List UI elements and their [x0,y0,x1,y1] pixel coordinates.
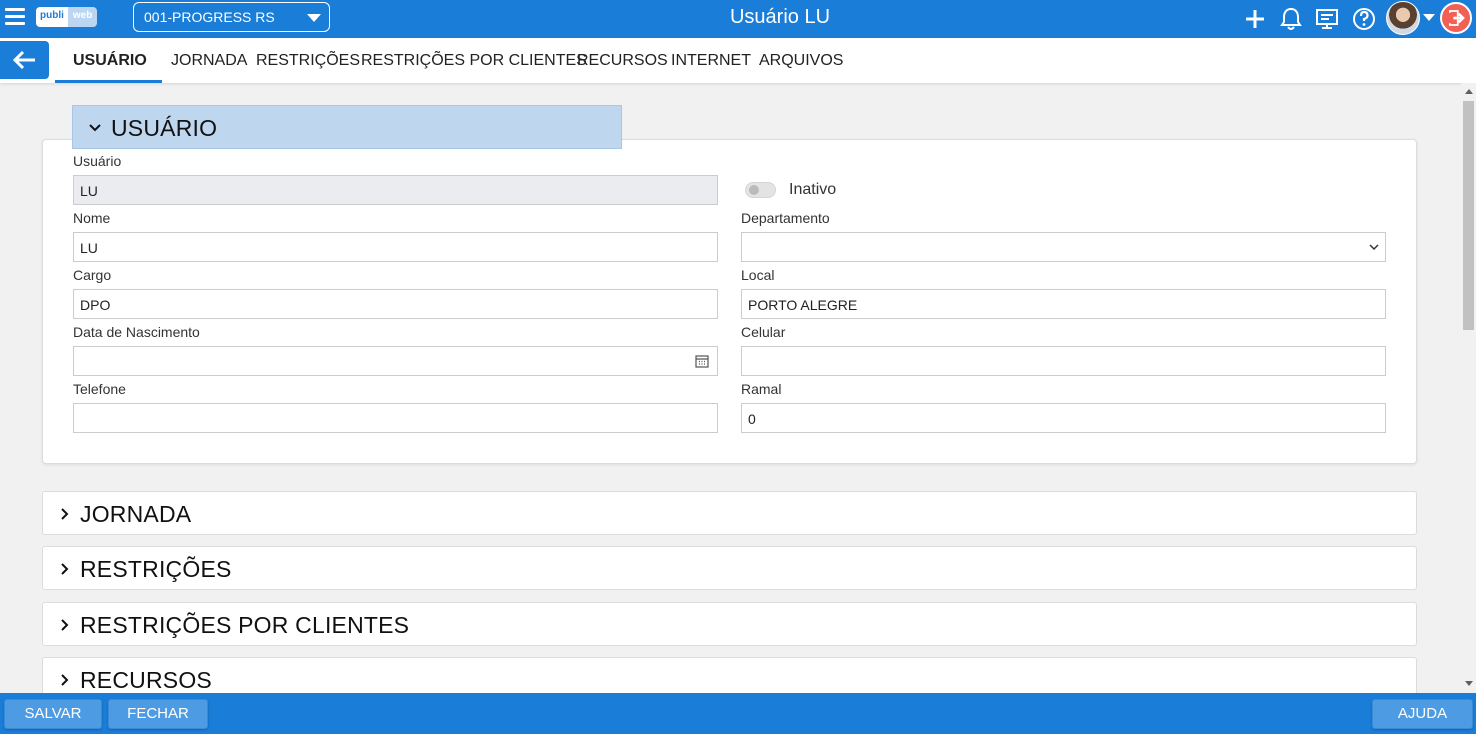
tab-bar: USUÁRIO JORNADA RESTRIÇÕES RESTRIÇÕES PO… [0,38,1476,83]
bell-icon[interactable] [1278,6,1304,32]
tab-internet[interactable]: INTERNET [671,52,751,70]
usuario-input: LU [73,175,718,205]
scroll-thumb[interactable] [1463,101,1474,330]
chevron-right-icon [61,674,69,686]
calendar-icon[interactable] [695,354,709,368]
data-nascimento-input[interactable] [73,346,718,376]
chevron-right-icon [61,563,69,575]
scroll-up-icon[interactable] [1465,89,1473,94]
scroll-down-icon[interactable] [1465,681,1473,686]
chevron-down-icon[interactable] [1423,14,1435,21]
section-title: RECURSOS [80,667,212,693]
logo: publi web [36,7,98,27]
label-local: Local [741,267,775,283]
company-select[interactable]: 001-PROGRESS RS [133,2,330,32]
telefone-input[interactable] [73,403,718,433]
inativo-toggle[interactable] [745,182,776,198]
active-tab-indicator [55,80,162,83]
section-title: RESTRIÇÕES POR CLIENTES [80,612,410,638]
logo-text-2: web [67,7,98,27]
back-button[interactable] [0,41,49,79]
label-inativo: Inativo [789,181,837,198]
chevron-right-icon [61,508,69,520]
section-header-restricoes-por-clientes[interactable]: RESTRIÇÕES POR CLIENTES [42,602,1417,646]
help-button[interactable]: AJUDA [1372,699,1473,729]
chevron-down-icon [307,14,321,22]
section-header-jornada[interactable]: JORNADA [42,491,1417,535]
label-celular: Celular [741,324,786,340]
ramal-input[interactable]: 0 [741,403,1386,433]
tab-jornada[interactable]: JORNADA [171,52,247,70]
label-departamento: Departamento [741,210,830,226]
monitor-icon[interactable] [1314,6,1340,32]
label-cargo: Cargo [73,267,112,283]
close-button[interactable]: FECHAR [108,699,208,729]
scrollbar[interactable] [1461,83,1476,693]
tab-arquivos[interactable]: ARQUIVOS [759,52,843,70]
section-header-usuario[interactable]: USUÁRIO [72,105,622,149]
section-header-restricoes[interactable]: RESTRIÇÕES [42,546,1417,590]
celular-input[interactable] [741,346,1386,376]
help-icon[interactable] [1351,6,1377,32]
avatar[interactable] [1386,1,1420,35]
chevron-down-icon [89,124,101,132]
label-telefone: Telefone [73,381,126,397]
chevron-right-icon [61,619,69,631]
company-select-value: 001-PROGRESS RS [144,9,275,25]
bottom-bar: SALVAR FECHAR AJUDA [0,693,1476,734]
menu-icon[interactable] [5,8,25,28]
save-button[interactable]: SALVAR [4,699,102,729]
logout-icon[interactable] [1440,2,1472,34]
tab-recursos[interactable]: RECURSOS [577,52,668,70]
label-nome: Nome [73,210,111,226]
label-ramal: Ramal [741,381,782,397]
top-bar: publi web 001-PROGRESS RS Usuário LU [0,0,1476,38]
tab-restricoes-por-clientes[interactable]: RESTRIÇÕES POR CLIENTES [361,52,587,70]
local-input[interactable]: PORTO ALEGRE [741,289,1386,319]
arrow-left-icon [12,50,35,70]
departamento-select[interactable] [741,232,1386,262]
cargo-input[interactable]: DPO [73,289,718,319]
logo-text-1: publi [36,7,68,27]
chevron-down-icon [1369,244,1379,251]
plus-icon[interactable] [1242,6,1268,32]
section-title: RESTRIÇÕES [80,556,232,582]
label-usuario: Usuário [73,153,122,169]
label-data-nascimento: Data de Nascimento [73,324,200,340]
section-title: JORNADA [80,501,192,527]
section-title: USUÁRIO [111,115,218,141]
tab-restricoes[interactable]: RESTRIÇÕES [256,52,360,70]
tab-usuario[interactable]: USUÁRIO [73,52,147,70]
nome-input[interactable]: LU [73,232,718,262]
